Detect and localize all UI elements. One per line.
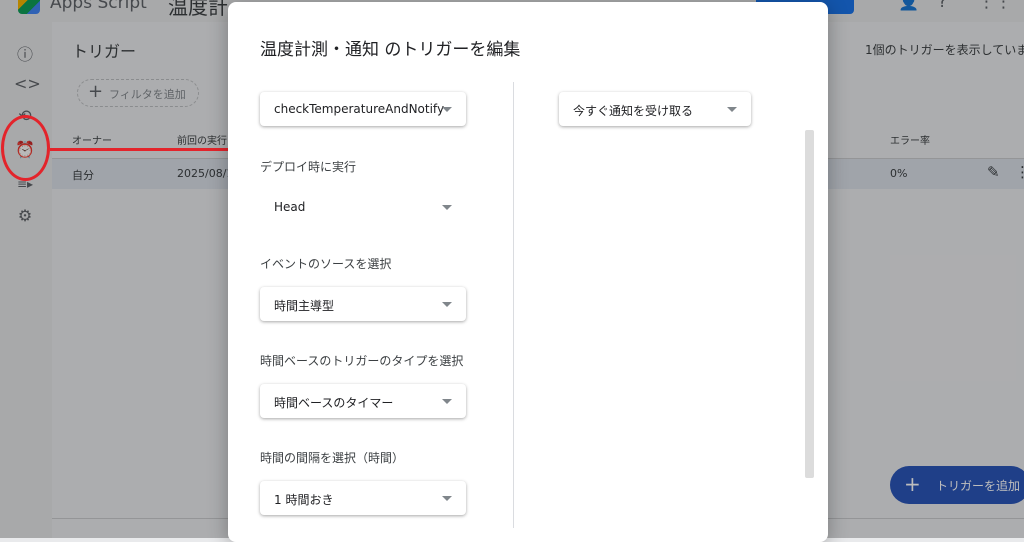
chevron-down-icon [442, 205, 452, 210]
chevron-down-icon [727, 107, 737, 112]
scrollbar[interactable] [805, 130, 814, 478]
deployment-select[interactable]: Head [260, 190, 466, 224]
annotation-arrow [50, 148, 233, 151]
notification-select-value: 今すぐ通知を受け取る [573, 104, 694, 118]
deployment-select-value: Head [274, 200, 306, 214]
chevron-down-icon [442, 107, 452, 112]
edit-trigger-dialog: 温度計測・通知 のトリガーを編集 checkTemperatureAndNoti… [228, 2, 828, 542]
event-source-select-value: 時間主導型 [274, 299, 335, 313]
time-trigger-type-label: 時間ベースのトリガーのタイプを選択 [260, 354, 464, 368]
event-source-label: イベントのソースを選択 [260, 257, 392, 271]
notification-select[interactable]: 今すぐ通知を受け取る [559, 92, 751, 126]
chevron-down-icon [442, 399, 452, 404]
event-source-select[interactable]: 時間主導型 [260, 287, 466, 321]
function-select-value: checkTemperatureAndNotify [274, 102, 445, 116]
dialog-title: 温度計測・通知 のトリガーを編集 [260, 40, 521, 60]
time-trigger-type-select[interactable]: 時間ベースのタイマー [260, 384, 466, 418]
chevron-down-icon [442, 496, 452, 501]
interval-select[interactable]: 1 時間おき [260, 481, 466, 515]
interval-select-value: 1 時間おき [274, 493, 334, 507]
deploy-label: デプロイ時に実行 [260, 160, 357, 174]
time-trigger-type-select-value: 時間ベースのタイマー [274, 396, 394, 410]
annotation-circle [1, 115, 50, 181]
chevron-down-icon [442, 302, 452, 307]
interval-label: 時間の間隔を選択（時間） [260, 451, 405, 465]
function-select[interactable]: checkTemperatureAndNotify [260, 92, 466, 126]
column-divider [513, 82, 514, 528]
